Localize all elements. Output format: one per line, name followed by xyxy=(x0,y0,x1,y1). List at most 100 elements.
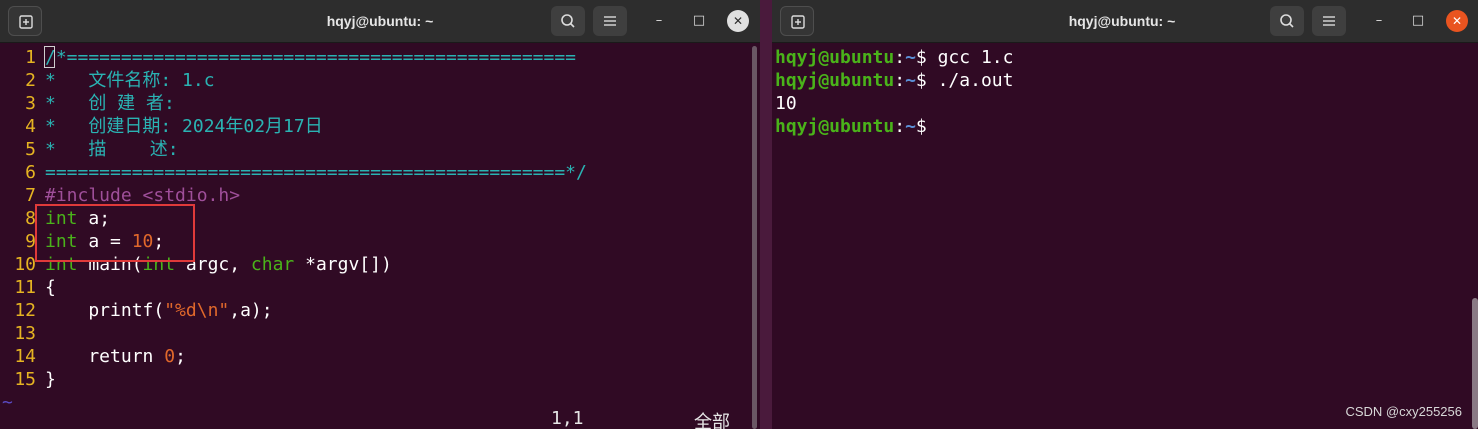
code-text: * 文件名称: 1.c xyxy=(45,69,215,92)
line-number: 4 xyxy=(25,116,36,137)
code-line: 5 * 描 述: xyxy=(0,138,178,161)
text-cursor xyxy=(44,46,55,68)
menu-button[interactable] xyxy=(593,6,627,36)
prompt-symbol: $ xyxy=(915,47,938,68)
code-line: 4 * 创建日期: 2024年02月17日 xyxy=(0,115,323,138)
code-token: /*======================================… xyxy=(45,47,577,68)
line-number: 6 xyxy=(25,162,36,183)
code-line: 3 * 创 建 者: xyxy=(0,92,175,115)
code-token: ,a); xyxy=(229,300,273,321)
code-line: 11 { xyxy=(0,276,56,299)
code-line: 2 * 文件名称: 1.c xyxy=(0,69,214,92)
line-number: 14 xyxy=(14,346,36,367)
highlight-box xyxy=(35,204,195,262)
minimize-button[interactable]: – xyxy=(1368,10,1390,32)
code-token: ; xyxy=(175,346,186,367)
line-number: 9 xyxy=(25,231,36,252)
prompt-line: hqyj@ubuntu:~$ gcc 1.c xyxy=(775,46,1013,69)
search-button[interactable] xyxy=(1270,6,1304,36)
prompt-path: ~ xyxy=(905,116,916,137)
code-line: 6 =======================================… xyxy=(0,161,587,184)
maximize-icon: □ xyxy=(1411,13,1425,28)
code-token: * 文件名称: 1.c xyxy=(45,70,215,91)
code-token: * 描 述: xyxy=(45,139,179,160)
scroll-position: 全部 xyxy=(694,412,730,429)
window-title: hqyj@ubuntu: ~ xyxy=(1068,13,1176,29)
prompt-line: hqyj@ubuntu:~$ ./a.out xyxy=(775,69,1013,92)
menu-button[interactable] xyxy=(1312,6,1346,36)
prompt-user: hqyj@ubuntu xyxy=(775,116,895,137)
command-text: ./a.out xyxy=(937,70,1014,91)
empty-line-tilde: ~ xyxy=(2,392,13,413)
prompt-user: hqyj@ubuntu xyxy=(775,47,895,68)
close-icon: ✕ xyxy=(732,14,744,28)
left-titlebar: hqyj@ubuntu: ~ – □ ✕ xyxy=(0,0,760,43)
prompt-symbol: $ xyxy=(915,70,938,91)
code-text: * 创 建 者: xyxy=(45,92,175,115)
prompt-path: ~ xyxy=(905,70,916,91)
code-line: 7 #include <stdio.h> xyxy=(0,184,240,207)
prompt-colon: : xyxy=(894,47,906,68)
maximize-button[interactable]: □ xyxy=(688,10,710,32)
close-button[interactable]: ✕ xyxy=(727,10,749,32)
code-text: ========================================… xyxy=(45,161,587,184)
window-title: hqyj@ubuntu: ~ xyxy=(326,13,434,29)
close-button[interactable]: ✕ xyxy=(1446,10,1468,32)
window-divider xyxy=(760,0,772,429)
search-button[interactable] xyxy=(551,6,585,36)
code-text: * 创建日期: 2024年02月17日 xyxy=(45,115,323,138)
line-number: 1 xyxy=(25,47,36,68)
line-number: 11 xyxy=(14,277,36,298)
hamburger-menu-icon xyxy=(1323,16,1335,26)
prompt-path: ~ xyxy=(905,47,916,68)
new-tab-icon xyxy=(791,15,805,29)
minimize-button[interactable]: – xyxy=(648,10,670,32)
right-scrollbar[interactable] xyxy=(1472,298,1478,429)
code-text: * 描 述: xyxy=(45,138,179,161)
code-token: ========================================… xyxy=(45,162,587,183)
code-line: 1 /*=====================================… xyxy=(0,46,576,69)
code-token: * 创 建 者: xyxy=(45,93,175,114)
search-icon xyxy=(561,14,575,28)
program-output: 10 xyxy=(775,93,797,114)
code-line: 13 xyxy=(0,322,36,345)
line-number: 2 xyxy=(25,70,36,91)
new-tab-button[interactable] xyxy=(8,6,42,36)
code-token: "%d\n" xyxy=(164,300,230,321)
prompt-line: hqyj@ubuntu:~$ xyxy=(775,115,938,138)
prompt-user: hqyj@ubuntu xyxy=(775,70,895,91)
code-token: * 创建日期: 2024年02月17日 xyxy=(45,116,323,137)
prompt-colon: : xyxy=(894,116,906,137)
code-text: printf("%d\n",a); xyxy=(45,299,273,322)
left-scrollbar[interactable] xyxy=(752,46,757,429)
line-number: 3 xyxy=(25,93,36,114)
code-token: 0 xyxy=(164,346,176,367)
hamburger-menu-icon xyxy=(604,16,616,26)
watermark: CSDN @cxy255256 xyxy=(1345,404,1462,419)
cursor-position: 1,1 xyxy=(551,408,584,429)
terminal-output[interactable]: hqyj@ubuntu:~$ gcc 1.c hqyj@ubuntu:~$ ./a… xyxy=(772,43,1478,429)
code-line: 14 return 0; xyxy=(0,345,186,368)
close-icon: ✕ xyxy=(1451,14,1463,28)
right-terminal-window[interactable]: hqyj@ubuntu: ~ – □ ✕ hqyj@ubuntu:~$ gcc … xyxy=(772,0,1478,429)
code-token: } xyxy=(45,369,56,390)
code-text: return 0; xyxy=(45,345,186,368)
code-token: *argv[]) xyxy=(294,254,392,275)
prompt-colon: : xyxy=(894,70,906,91)
line-number: 12 xyxy=(14,300,36,321)
left-terminal-window[interactable]: hqyj@ubuntu: ~ – □ ✕ 1 /*================… xyxy=(0,0,760,429)
new-tab-icon xyxy=(19,15,33,29)
prompt-symbol: $ xyxy=(915,116,938,137)
line-number: 7 xyxy=(25,185,36,206)
maximize-button[interactable]: □ xyxy=(1407,10,1429,32)
line-number: 5 xyxy=(25,139,36,160)
minimize-icon: – xyxy=(655,13,663,28)
code-token: #include <stdio.h> xyxy=(45,185,241,206)
command-text: gcc 1.c xyxy=(937,47,1014,68)
code-line: 15} xyxy=(0,368,56,391)
line-number: 13 xyxy=(14,323,36,344)
code-text: /*======================================… xyxy=(45,46,576,69)
code-token: { xyxy=(45,277,56,298)
code-text: { xyxy=(45,276,56,299)
new-tab-button[interactable] xyxy=(780,6,814,36)
